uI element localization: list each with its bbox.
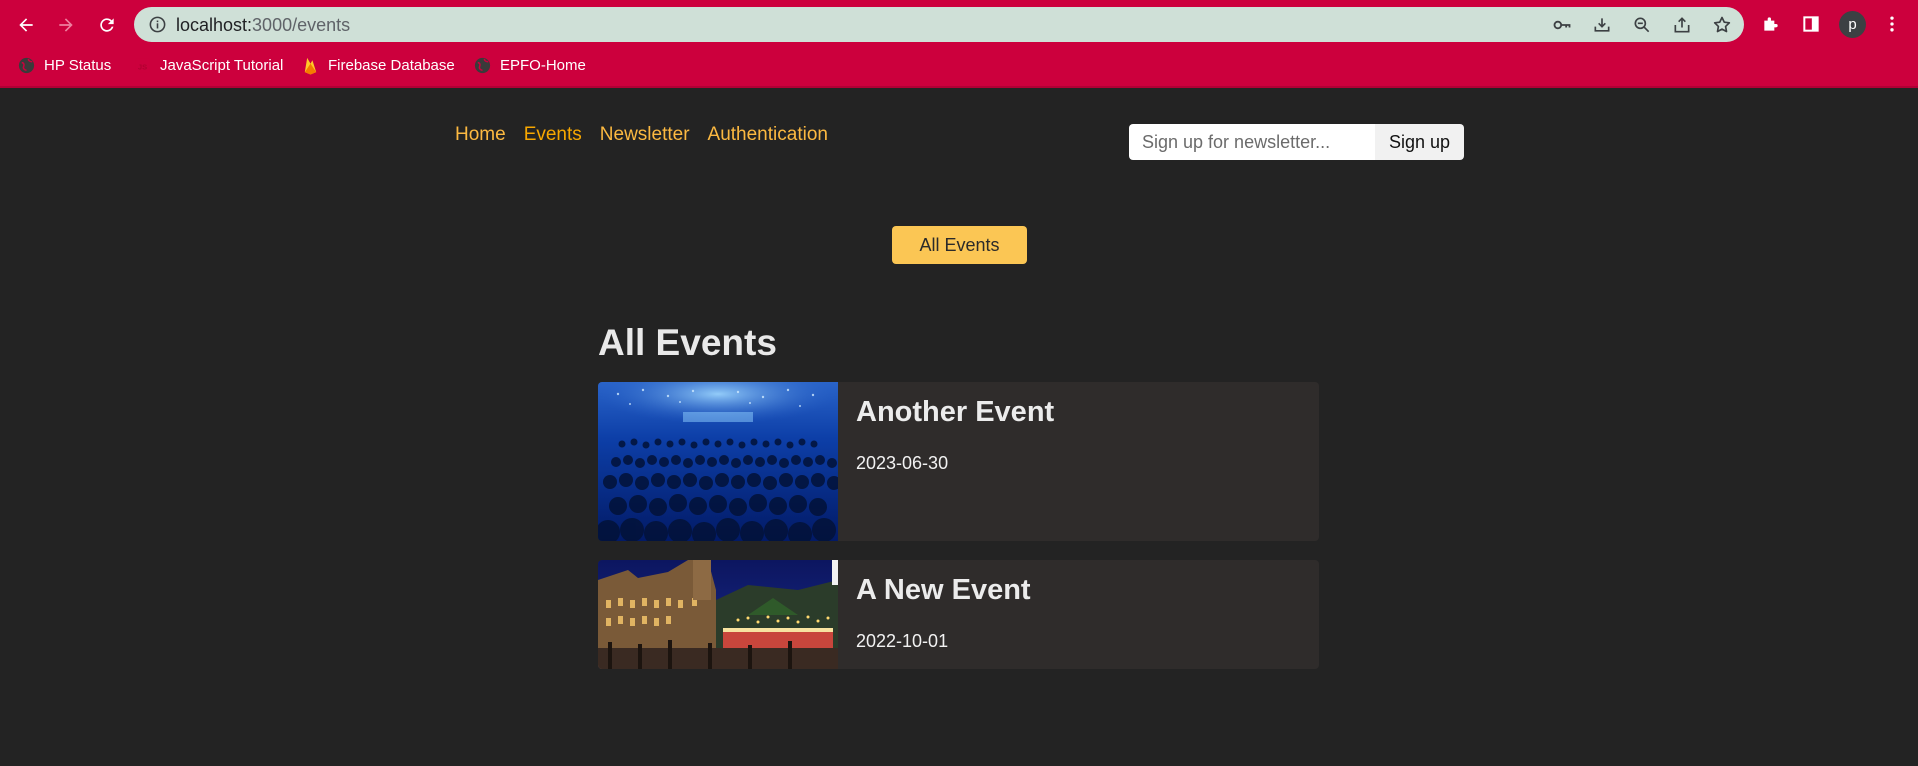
js-icon: JS [133,56,152,75]
side-panel-icon[interactable] [1797,10,1825,38]
url-path: 3000/events [252,15,351,35]
reload-icon [100,18,114,32]
svg-text:JS: JS [138,62,147,71]
url-text[interactable]: localhost:3000/events [176,15,350,35]
newsletter-signup-form: Sign up [1129,124,1464,160]
event-date: 2023-06-30 [856,453,949,473]
reload-button[interactable] [92,10,122,40]
nav-link-authentication[interactable]: Authentication [708,124,828,146]
nav-link-home[interactable]: Home [455,124,506,146]
bookmark-label: EPFO-Home [500,56,586,74]
bookmark-star-icon[interactable] [1711,14,1733,36]
page-title: All Events [598,322,777,363]
globe-icon [473,56,492,75]
globe-icon [17,56,36,75]
back-arrow-icon [19,18,33,32]
back-button[interactable] [11,10,41,40]
event-card[interactable]: Another Event 2023-06-30 [598,382,1319,541]
newsletter-email-input[interactable] [1129,124,1375,160]
bookmark-javascript-tutorial[interactable]: JS JavaScript Tutorial [133,52,283,78]
forward-arrow-icon [59,18,73,32]
newsletter-signup-button[interactable]: Sign up [1375,124,1464,160]
firebase-icon [301,56,320,75]
toolbar-divider [0,86,1918,88]
event-card-body: Another Event 2023-06-30 [838,382,1072,541]
nav-link-events[interactable]: Events [524,124,582,146]
site-info-icon[interactable] [148,15,167,34]
bookmarks-bar: HP Status JS JavaScript Tutorial Firebas… [0,52,1918,78]
event-title: A New Event [856,574,1031,606]
extensions-puzzle-icon[interactable] [1757,10,1785,38]
all-events-button[interactable]: All Events [892,226,1027,264]
event-title: Another Event [856,396,1055,428]
more-menu-icon[interactable] [1878,10,1906,38]
install-app-icon[interactable] [1591,14,1613,36]
bookmark-epfo-home[interactable]: EPFO-Home [473,52,586,78]
bookmark-label: HP Status [44,56,112,74]
bookmark-firebase-database[interactable]: Firebase Database [301,52,455,78]
share-icon[interactable] [1671,14,1693,36]
event-card[interactable]: A New Event 2022-10-01 [598,560,1319,669]
main-navigation: Home Events Newsletter Authentication [455,124,828,146]
forward-button[interactable] [51,10,81,40]
address-bar[interactable]: localhost:3000/events [134,7,1744,42]
event-image-christmas-market [598,560,838,669]
event-image-concert-crowd [598,382,838,541]
zoom-icon[interactable] [1631,14,1653,36]
bookmark-label: JavaScript Tutorial [160,56,284,74]
bookmark-hp-status[interactable]: HP Status [17,52,111,78]
profile-avatar[interactable]: p [1839,11,1866,38]
nav-link-newsletter[interactable]: Newsletter [600,124,690,146]
password-key-icon[interactable] [1551,14,1573,36]
bookmark-label: Firebase Database [328,56,455,74]
event-card-body: A New Event 2022-10-01 [838,560,1049,669]
url-host: localhost: [176,15,253,35]
event-date: 2022-10-01 [856,631,949,651]
